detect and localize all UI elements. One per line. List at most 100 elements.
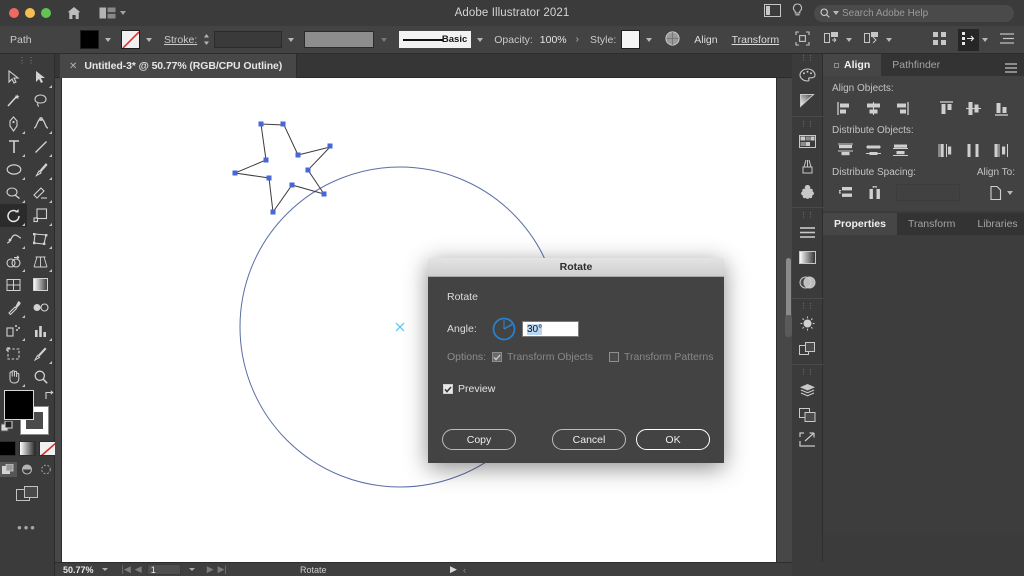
gradient-mode[interactable]	[19, 441, 36, 456]
copy-button[interactable]: Copy	[442, 429, 516, 450]
fill-chevron-down-icon[interactable]	[105, 38, 111, 42]
tab-transform[interactable]: Transform	[897, 213, 966, 235]
play-icon[interactable]: ▶	[450, 564, 457, 575]
line-segment-tool[interactable]	[27, 135, 54, 158]
blend-tool[interactable]	[27, 296, 54, 319]
export-panel-icon[interactable]	[792, 427, 823, 452]
toolbar-grip[interactable]: ⋮⋮	[0, 54, 54, 66]
transform-patterns-checkbox[interactable]	[609, 352, 619, 362]
fill-color-swatch[interactable]	[4, 390, 34, 420]
dock-grip-3[interactable]: ⋮⋮	[792, 211, 822, 220]
stroke-profile-uniform[interactable]	[304, 31, 374, 48]
profile-chevron-down-icon[interactable]	[381, 38, 387, 42]
arrange-chevron-down-icon[interactable]	[886, 38, 892, 42]
none-mode[interactable]	[39, 441, 56, 456]
chevron-down-icon[interactable]	[1007, 191, 1013, 195]
layout-chevron-down-icon[interactable]	[982, 38, 988, 42]
gradient-panel-icon[interactable]	[792, 88, 823, 113]
dock-grip-2[interactable]: ⋮⋮	[792, 120, 822, 129]
panel-layout-icon[interactable]	[958, 29, 979, 51]
eraser-tool[interactable]	[27, 181, 54, 204]
recolor-artwork-icon[interactable]	[665, 31, 680, 49]
brush-chevron-down-icon[interactable]	[477, 38, 483, 42]
dock-grip-5[interactable]: ⋮⋮	[792, 368, 822, 377]
gradient-tool[interactable]	[27, 273, 54, 296]
align-horizontal-center-icon[interactable]	[860, 99, 888, 118]
zoom-level[interactable]: 50.77%	[63, 565, 94, 575]
layers-panel-icon[interactable]	[792, 377, 823, 402]
isolate-selected-icon[interactable]	[795, 31, 810, 49]
align-right-icon[interactable]	[887, 99, 915, 118]
distribute-horizontal-left-icon[interactable]	[933, 141, 961, 160]
distribute-vertical-bottom-icon[interactable]	[887, 141, 915, 160]
zoom-tool[interactable]	[27, 365, 54, 388]
stroke-swatch-none[interactable]	[121, 30, 140, 49]
default-fill-stroke-icon[interactable]	[1, 421, 14, 439]
fill-swatch[interactable]	[80, 30, 99, 49]
stroke-chevron-down-icon[interactable]	[146, 38, 152, 42]
distribute-spacing-input[interactable]	[896, 184, 960, 201]
stroke-weight-stepper[interactable]	[202, 33, 211, 46]
first-artboard-icon[interactable]: |◀	[122, 564, 131, 575]
align-top-icon[interactable]	[933, 99, 961, 118]
next-artboard-icon[interactable]: ▶	[207, 564, 214, 575]
stroke-panel-icon[interactable]	[792, 220, 823, 245]
ok-button[interactable]: OK	[636, 429, 710, 450]
opacity-expand-icon[interactable]: ›	[576, 34, 579, 45]
artboard-dropdown-caret[interactable]	[189, 568, 195, 571]
ellipse-tool[interactable]	[0, 158, 27, 181]
stroke-weight-chevron-down-icon[interactable]	[288, 38, 294, 42]
shape-builder-tool[interactable]	[0, 250, 27, 273]
pen-tool[interactable]	[0, 112, 27, 135]
transparency-panel-icon[interactable]	[792, 270, 823, 295]
vertical-scrollbar[interactable]	[786, 258, 791, 318]
type-tool[interactable]	[0, 135, 27, 158]
mesh-tool[interactable]	[0, 273, 27, 296]
artboard-number-input[interactable]: 1	[147, 564, 181, 575]
more-options-icon[interactable]	[1000, 33, 1014, 47]
last-artboard-icon[interactable]: ▶|	[218, 564, 227, 575]
draw-normal-mode[interactable]	[0, 462, 17, 477]
rotate-tool[interactable]	[0, 204, 27, 227]
distribute-horizontal-right-icon[interactable]	[988, 141, 1016, 160]
magic-wand-tool[interactable]	[0, 89, 27, 112]
lasso-tool[interactable]	[27, 89, 54, 112]
distribute-vertical-top-icon[interactable]	[832, 141, 860, 160]
graphic-style-swatch[interactable]	[621, 30, 640, 49]
brush-definition-button[interactable]: Basic	[399, 31, 471, 48]
hand-tool[interactable]	[0, 365, 27, 388]
zoom-dropdown-caret[interactable]	[102, 568, 108, 571]
slice-tool[interactable]	[27, 342, 54, 365]
cancel-button[interactable]: Cancel	[552, 429, 626, 450]
direct-selection-tool[interactable]	[27, 66, 54, 89]
eyedropper-tool[interactable]	[0, 296, 27, 319]
back-icon[interactable]: ‹	[463, 565, 466, 575]
distribute-vertical-center-icon[interactable]	[860, 141, 888, 160]
stroke-weight-field[interactable]	[214, 31, 282, 48]
preview-checkbox[interactable]	[443, 384, 453, 394]
tab-pathfinder[interactable]: Pathfinder	[881, 54, 951, 76]
select-similar-chevron-down-icon[interactable]	[846, 38, 852, 42]
gradient2-panel-icon[interactable]	[792, 245, 823, 270]
dock-grip[interactable]: ⋮⋮	[792, 54, 822, 63]
align-bottom-icon[interactable]	[988, 99, 1016, 118]
color-panel-icon[interactable]	[792, 63, 823, 88]
previous-artboard-icon[interactable]: ◀	[135, 564, 142, 575]
current-tool-label[interactable]: Rotate	[300, 565, 327, 575]
angle-dial-icon[interactable]	[492, 317, 516, 341]
distribute-horizontal-center-icon[interactable]	[960, 141, 988, 160]
free-transform-tool[interactable]	[27, 227, 54, 250]
distribute-vertical-spacing-icon[interactable]	[832, 183, 861, 202]
edit-toolbar-icon[interactable]: •••	[17, 520, 37, 535]
draw-inside-mode[interactable]	[38, 462, 55, 477]
selection-tool[interactable]	[0, 66, 27, 89]
artboards-panel-icon[interactable]	[792, 402, 823, 427]
align-button[interactable]: Align	[694, 34, 717, 46]
style-chevron-down-icon[interactable]	[646, 38, 652, 42]
tab-align[interactable]: Align	[823, 54, 881, 76]
arrange-objects-icon[interactable]	[864, 31, 880, 48]
tab-properties[interactable]: Properties	[823, 213, 897, 235]
transform-objects-checkbox[interactable]	[492, 352, 502, 362]
draw-behind-mode[interactable]	[19, 462, 36, 477]
align-to-dropdown[interactable]	[988, 185, 1015, 201]
